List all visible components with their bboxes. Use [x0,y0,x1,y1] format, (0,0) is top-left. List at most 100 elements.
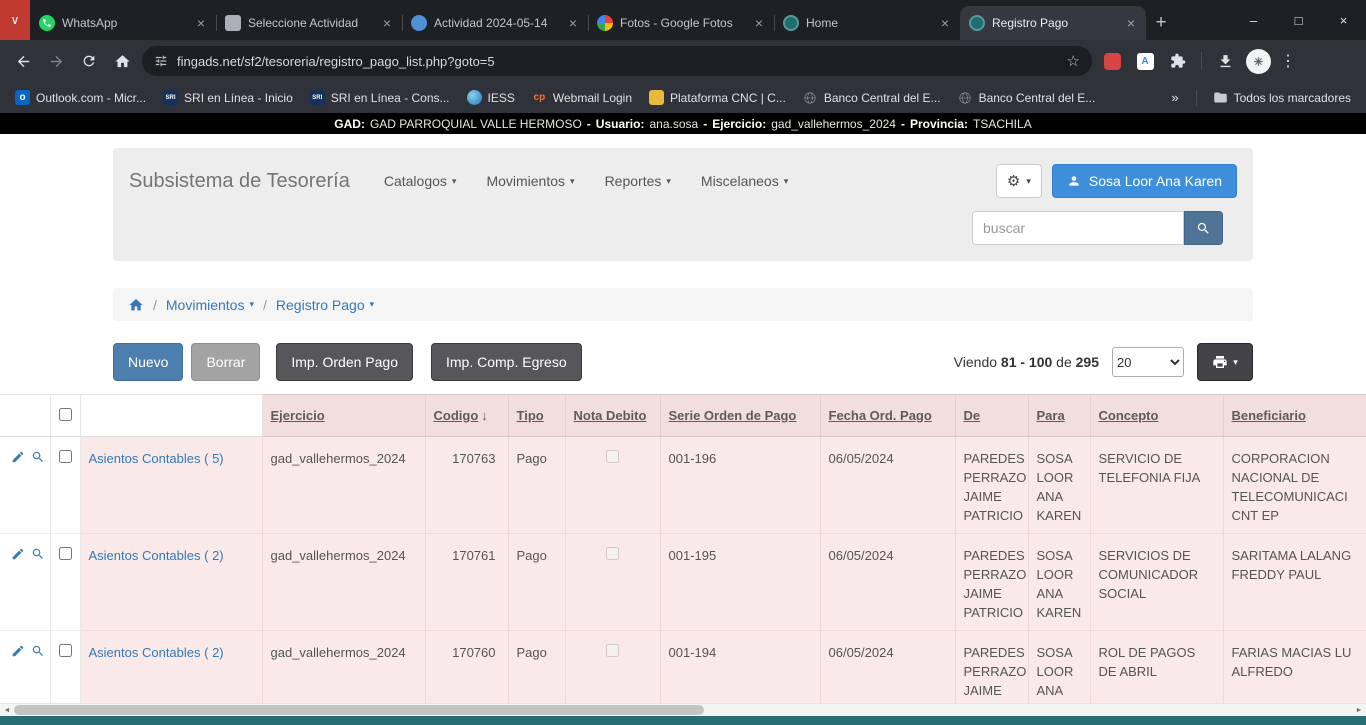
tab-title: Home [806,16,932,30]
search-button[interactable] [1184,211,1223,245]
sri-icon: SRI [163,90,178,105]
settings-button[interactable]: ⚙▾ [996,164,1042,198]
bookmark-outlook[interactable]: oOutlook.com - Micr... [8,87,153,108]
edit-icon[interactable] [11,547,25,561]
close-window-button[interactable]: × [1321,0,1366,40]
col-header-codigo[interactable]: Codigo [434,408,479,423]
maximize-button[interactable]: □ [1276,0,1321,40]
select-all-checkbox[interactable] [59,408,72,421]
breadcrumb-registro-pago[interactable]: Registro Pago▾ [276,297,374,313]
chevron-down-icon: ▾ [570,176,575,187]
bookmark-sri-inicio[interactable]: SRISRI en Línea - Inicio [156,87,300,108]
close-icon[interactable]: × [753,15,765,31]
row-checkbox[interactable] [59,450,72,463]
cell-ejercicio: gad_vallehermos_2024 [262,437,425,534]
reload-icon[interactable] [76,48,102,74]
window-chevron-button[interactable]: ∨ [0,0,30,40]
sort-desc-icon: ↓ [481,408,488,423]
col-header-serie[interactable]: Serie Orden de Pago [669,408,797,423]
cell-beneficiario: SARITAMA LALANG FREDDY PAUL [1223,534,1366,631]
col-header-de[interactable]: De [964,408,981,423]
close-icon[interactable]: × [567,15,579,31]
browser-menu-icon[interactable]: ⋮ [1278,51,1298,71]
imp-comp-egreso-button[interactable]: Imp. Comp. Egreso [431,343,582,381]
close-icon[interactable]: × [381,15,393,31]
cell-para: SOSA LOOR ANA KAREN [1028,534,1090,631]
minimize-button[interactable]: – [1231,0,1276,40]
nuevo-button[interactable]: Nuevo [113,343,183,381]
bookmark-banco-central-1[interactable]: Banco Central del E... [796,87,948,108]
row-checkbox[interactable] [59,547,72,560]
web-page: GAD: GAD PARROQUIAL VALLE HERMOSO - Usua… [0,113,1366,725]
nav-miscelaneos[interactable]: Miscelaneos▾ [701,173,788,189]
close-icon[interactable]: × [939,15,951,31]
imp-orden-pago-button[interactable]: Imp. Orden Pago [276,343,413,381]
view-icon[interactable] [31,547,45,561]
all-bookmarks-button[interactable]: Todos los marcadores [1206,87,1358,108]
col-header-nota-debito[interactable]: Nota Debito [574,408,647,423]
breadcrumb-movimientos[interactable]: Movimientos▾ [166,297,254,313]
cell-tipo: Pago [508,534,565,631]
browser-tab-registro-pago-active[interactable]: Registro Pago × [960,6,1146,40]
back-icon[interactable] [10,48,36,74]
extension-red-icon[interactable] [1099,48,1125,74]
page-size-select[interactable]: 20 [1112,347,1184,377]
browser-tab-seleccione-actividad[interactable]: Seleccione Actividad × [216,6,402,40]
nav-reportes[interactable]: Reportes▾ [605,173,671,189]
page-icon [225,15,241,31]
row-checkbox[interactable] [59,644,72,657]
col-header-ejercicio[interactable]: Ejercicio [271,408,325,423]
tab-title: Fotos - Google Fotos [620,16,746,30]
col-header-fecha[interactable]: Fecha Ord. Pago [829,408,932,423]
borrar-button[interactable]: Borrar [191,343,260,381]
user-button[interactable]: Sosa Loor Ana Karen [1052,164,1237,198]
browser-tab-google-fotos[interactable]: Fotos - Google Fotos × [588,6,774,40]
url-text[interactable]: fingads.net/sf2/tesoreria/registro_pago_… [177,54,1058,69]
col-header-tipo[interactable]: Tipo [517,408,544,423]
cell-nota-debito [565,437,660,534]
translate-icon[interactable]: A [1132,48,1158,74]
asientos-contables-link[interactable]: Asientos Contables ( 5) [89,451,224,466]
records-table-wrap: Ejercicio Codigo↓ Tipo Nota Debito Serie… [0,394,1366,725]
bookmark-banco-central-2[interactable]: Banco Central del E... [951,87,1103,108]
view-icon[interactable] [31,450,45,464]
browser-tab-whatsapp[interactable]: WhatsApp × [30,6,216,40]
bookmark-iess[interactable]: IESS [460,87,522,108]
site-settings-icon[interactable] [154,54,168,68]
bookmark-webmail[interactable]: cpWebmail Login [525,87,639,108]
search-input[interactable] [972,211,1184,245]
nav-movimientos[interactable]: Movimientos▾ [486,173,574,189]
print-button[interactable]: ▾ [1197,343,1253,381]
globe-icon [958,90,973,105]
home-icon[interactable] [109,48,135,74]
browser-tab-home[interactable]: Home × [774,6,960,40]
bookmark-cnc[interactable]: Plataforma CNC | C... [642,87,793,108]
scrollbar-track[interactable] [14,704,1352,716]
home-icon[interactable] [128,297,144,313]
scrollbar-thumb[interactable] [14,705,704,715]
bookmark-star-icon[interactable]: ☆ [1067,52,1080,70]
bookmark-sri-consultas[interactable]: SRISRI en Línea - Cons... [303,87,457,108]
extensions-puzzle-icon[interactable] [1165,48,1191,74]
address-bar[interactable]: fingads.net/sf2/tesoreria/registro_pago_… [142,46,1092,76]
profile-avatar[interactable] [1245,48,1271,74]
browser-tab-actividad[interactable]: Actividad 2024-05-14 × [402,6,588,40]
col-header-concepto[interactable]: Concepto [1099,408,1159,423]
scroll-left-arrow[interactable]: ◄ [0,707,14,714]
col-header-para[interactable]: Para [1037,408,1065,423]
edit-icon[interactable] [11,644,25,658]
asientos-contables-link[interactable]: Asientos Contables ( 2) [89,548,224,563]
close-icon[interactable]: × [1125,15,1137,31]
asientos-contables-link[interactable]: Asientos Contables ( 2) [89,645,224,660]
view-icon[interactable] [31,644,45,658]
forward-icon[interactable] [43,48,69,74]
col-header-beneficiario[interactable]: Beneficiario [1232,408,1306,423]
nav-catalogos[interactable]: Catalogos▾ [384,173,457,189]
bookmarks-overflow-icon[interactable]: » [1163,90,1186,105]
horizontal-scrollbar[interactable]: ◄ ► [0,703,1366,716]
edit-icon[interactable] [11,450,25,464]
scroll-right-arrow[interactable]: ► [1352,707,1366,714]
close-icon[interactable]: × [195,15,207,31]
new-tab-button[interactable]: + [1146,6,1176,40]
downloads-icon[interactable] [1212,48,1238,74]
